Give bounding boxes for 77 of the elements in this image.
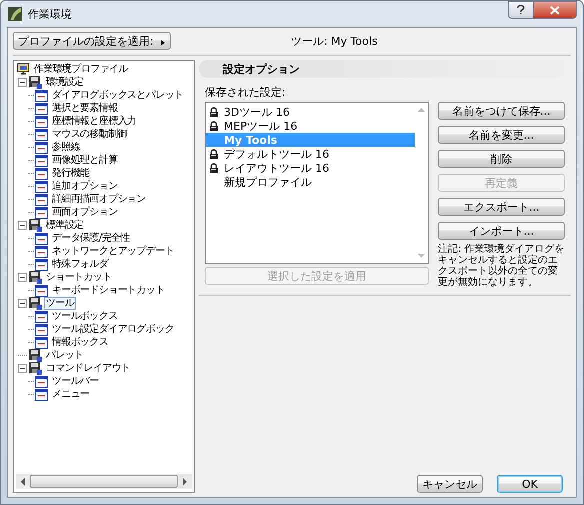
collapse-toggle[interactable] <box>18 273 27 282</box>
saved-settings-label: 保存された設定: <box>205 85 287 100</box>
window-icon <box>35 258 48 270</box>
window-icon <box>35 154 48 166</box>
tree-item[interactable]: 情報ボックス <box>50 336 110 349</box>
list-item[interactable]: レイアウトツール 16 <box>206 161 415 175</box>
horizontal-scrollbar[interactable] <box>16 474 192 489</box>
tree-item[interactable]: メニュー <box>50 388 92 401</box>
window-icon <box>35 336 48 348</box>
close-icon <box>550 6 560 14</box>
collapse-toggle[interactable] <box>18 78 27 87</box>
tree-item[interactable]: 画像処理と計算 <box>50 154 120 167</box>
tree-item[interactable]: ダイアログボックスとパレット <box>50 89 186 102</box>
action-button[interactable]: 名前を変更... <box>438 126 565 144</box>
list-item[interactable]: 新規プロファイル <box>206 175 415 189</box>
tree-item[interactable]: データ保護/完全性 <box>50 232 132 245</box>
tree-item[interactable]: 発行機能 <box>50 167 92 180</box>
action-button[interactable]: インポート... <box>438 222 565 240</box>
window-icon <box>35 284 48 296</box>
collapse-toggle[interactable] <box>18 364 27 373</box>
tree-item[interactable]: 特殊フォルダ <box>50 258 110 271</box>
tree-item[interactable]: 追加オプション <box>50 180 120 193</box>
scroll-left-icon[interactable] <box>20 478 26 486</box>
window-icon <box>35 206 48 218</box>
tree-item[interactable]: ツールボックス <box>50 310 120 323</box>
window-title: 作業環境 <box>28 6 72 22</box>
window-icon <box>35 194 48 206</box>
window-icon <box>35 116 48 128</box>
action-button[interactable]: エクスポート... <box>438 198 565 216</box>
collapse-toggle[interactable] <box>18 299 27 308</box>
window-icon <box>35 128 48 140</box>
tree-item[interactable]: キーボードショートカット <box>50 284 167 297</box>
window-icon <box>35 232 48 244</box>
profile-menu-button[interactable]: プロファイルの設定を適用: <box>13 32 171 50</box>
tree-item[interactable]: ツール設定ダイアログボック <box>50 323 176 336</box>
window-icon <box>35 310 48 322</box>
close-button[interactable] <box>534 1 577 19</box>
window-icon <box>35 388 48 400</box>
tree-item[interactable]: 作業環境プロファイル <box>32 63 130 76</box>
tree-item[interactable]: 画面オプション <box>50 206 120 219</box>
scroll-right-icon[interactable] <box>182 478 188 486</box>
action-button[interactable]: 削除 <box>438 150 565 168</box>
computer-icon <box>17 63 30 76</box>
list-item[interactable]: MEPツール 16 <box>206 119 415 133</box>
tree-item[interactable]: パレット <box>44 349 86 362</box>
app-icon <box>8 7 22 21</box>
tree-item[interactable]: ツール <box>44 297 76 310</box>
list-item[interactable]: デフォルトツール 16 <box>206 147 415 161</box>
window-icon <box>35 90 48 102</box>
current-profile-label: ツール: My Tools <box>291 34 378 48</box>
window-icon <box>35 180 48 192</box>
window-icon <box>35 142 48 154</box>
action-button[interactable]: 名前をつけて保存... <box>438 102 565 120</box>
note-text: 注記: 作業環境ダイアログをキャンセルすると設定のエクスポート以外の全ての変更が無効になります。 <box>438 244 565 288</box>
window-icon <box>35 324 48 336</box>
tree-item[interactable]: 選択と要素情報 <box>50 102 120 115</box>
tree-item[interactable]: 詳細再描画オプション <box>50 193 148 206</box>
collapse-toggle[interactable] <box>18 221 27 230</box>
list-item[interactable]: 3Dツール 16 <box>206 105 415 119</box>
help-icon <box>517 5 525 15</box>
tree-item[interactable]: コマンドレイアウト <box>44 362 133 375</box>
ok-button[interactable]: OK <box>497 475 563 493</box>
help-button[interactable] <box>508 1 534 19</box>
tree-item[interactable]: 環境設定 <box>44 76 86 89</box>
tree-item[interactable]: 参照線 <box>50 141 82 154</box>
tree-item[interactable]: 標準設定 <box>44 219 86 232</box>
tree-item[interactable]: 座標情報と座標入力 <box>50 115 139 128</box>
window-icon <box>35 246 48 258</box>
window-icon <box>35 376 48 388</box>
tree-item[interactable]: マウスの移動制御 <box>50 128 130 141</box>
tree-item[interactable]: ツールバー <box>50 375 102 388</box>
window-icon <box>35 102 48 114</box>
caret-icon <box>161 40 165 46</box>
tree-item[interactable]: ネットワークとアップデート <box>50 245 176 258</box>
cancel-button[interactable]: キャンセル <box>417 475 483 493</box>
window-icon <box>35 168 48 180</box>
tree-item[interactable]: ショートカット <box>44 271 114 284</box>
